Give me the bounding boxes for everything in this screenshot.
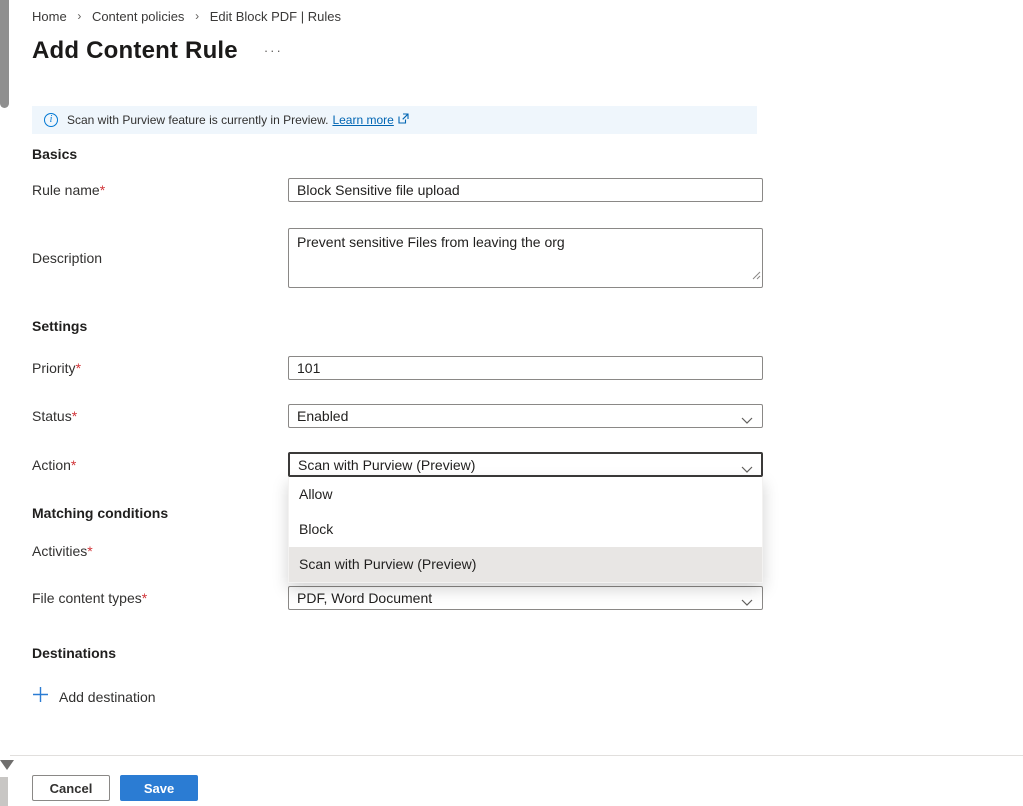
learn-more-link[interactable]: Learn more	[332, 113, 393, 127]
required-asterisk: *	[100, 182, 105, 198]
add-destination-label: Add destination	[59, 689, 156, 705]
dropdown-option-allow[interactable]: Allow	[289, 477, 762, 512]
rule-name-row: Rule name*	[32, 178, 1023, 202]
cancel-button[interactable]: Cancel	[32, 775, 110, 801]
save-button[interactable]: Save	[120, 775, 198, 801]
breadcrumb-separator-icon: ›	[70, 9, 88, 23]
description-textarea[interactable]: Prevent sensitive Files from leaving the…	[288, 228, 763, 288]
scrollbar-thumb[interactable]	[0, 0, 9, 108]
file-content-types-value: PDF, Word Document	[297, 590, 432, 606]
action-row: Action* Scan with Purview (Preview) Allo…	[32, 452, 1023, 477]
required-asterisk: *	[142, 590, 147, 606]
dropdown-option-block[interactable]: Block	[289, 512, 762, 547]
action-dropdown-menu: Allow Block Scan with Purview (Preview)	[288, 477, 763, 583]
file-content-types-label: File content types*	[32, 590, 288, 606]
rule-name-label: Rule name*	[32, 182, 288, 198]
action-select-value: Scan with Purview (Preview)	[298, 457, 475, 473]
breadcrumb-separator-icon: ›	[188, 9, 206, 23]
required-asterisk: *	[71, 457, 76, 473]
preview-info-banner: i Scan with Purview feature is currently…	[32, 106, 757, 134]
section-heading-settings: Settings	[32, 318, 1023, 334]
required-asterisk: *	[76, 360, 81, 376]
chevron-down-icon	[741, 594, 753, 610]
external-link-icon[interactable]	[398, 113, 409, 127]
priority-input[interactable]	[288, 356, 763, 380]
action-label: Action*	[32, 457, 288, 473]
add-destination-button[interactable]: Add destination	[32, 687, 192, 707]
status-row: Status* Enabled	[32, 404, 1023, 428]
more-options-button[interactable]: ···	[264, 46, 283, 56]
breadcrumb-content-policies[interactable]: Content policies	[92, 9, 185, 24]
scroll-down-arrow-icon[interactable]	[0, 760, 14, 770]
rule-name-input[interactable]	[288, 178, 763, 202]
footer-bar: Cancel Save	[10, 755, 1023, 806]
breadcrumb: Home › Content policies › Edit Block PDF…	[32, 8, 1023, 24]
chevron-down-icon	[741, 412, 753, 428]
left-scrollbar-track[interactable]	[0, 0, 10, 806]
priority-row: Priority*	[32, 356, 1023, 380]
plus-icon	[32, 686, 49, 708]
file-content-types-row: File content types* PDF, Word Document	[32, 586, 1023, 610]
required-asterisk: *	[72, 408, 77, 424]
activities-label: Activities*	[32, 543, 288, 559]
breadcrumb-current-page: Edit Block PDF | Rules	[210, 9, 341, 24]
status-label: Status*	[32, 408, 288, 424]
page-title: Add Content Rule	[32, 37, 238, 65]
status-select[interactable]: Enabled	[288, 404, 763, 428]
section-heading-basics: Basics	[32, 146, 1023, 162]
chevron-down-icon	[741, 461, 753, 477]
scrollbar-corner	[0, 777, 8, 806]
description-label: Description	[32, 250, 288, 266]
breadcrumb-home[interactable]: Home	[32, 9, 67, 24]
priority-label: Priority*	[32, 360, 288, 376]
section-heading-destinations: Destinations	[32, 645, 1023, 661]
required-asterisk: *	[87, 543, 92, 559]
dropdown-option-scan-with-purview[interactable]: Scan with Purview (Preview)	[289, 547, 762, 582]
banner-text: Scan with Purview feature is currently i…	[67, 113, 328, 127]
action-select[interactable]: Scan with Purview (Preview)	[288, 452, 763, 477]
status-select-value: Enabled	[297, 408, 348, 424]
main-content: Home › Content policies › Edit Block PDF…	[10, 0, 1023, 806]
info-icon: i	[44, 113, 58, 127]
file-content-types-select[interactable]: PDF, Word Document	[288, 586, 763, 610]
description-row: Description Prevent sensitive Files from…	[32, 228, 1023, 288]
